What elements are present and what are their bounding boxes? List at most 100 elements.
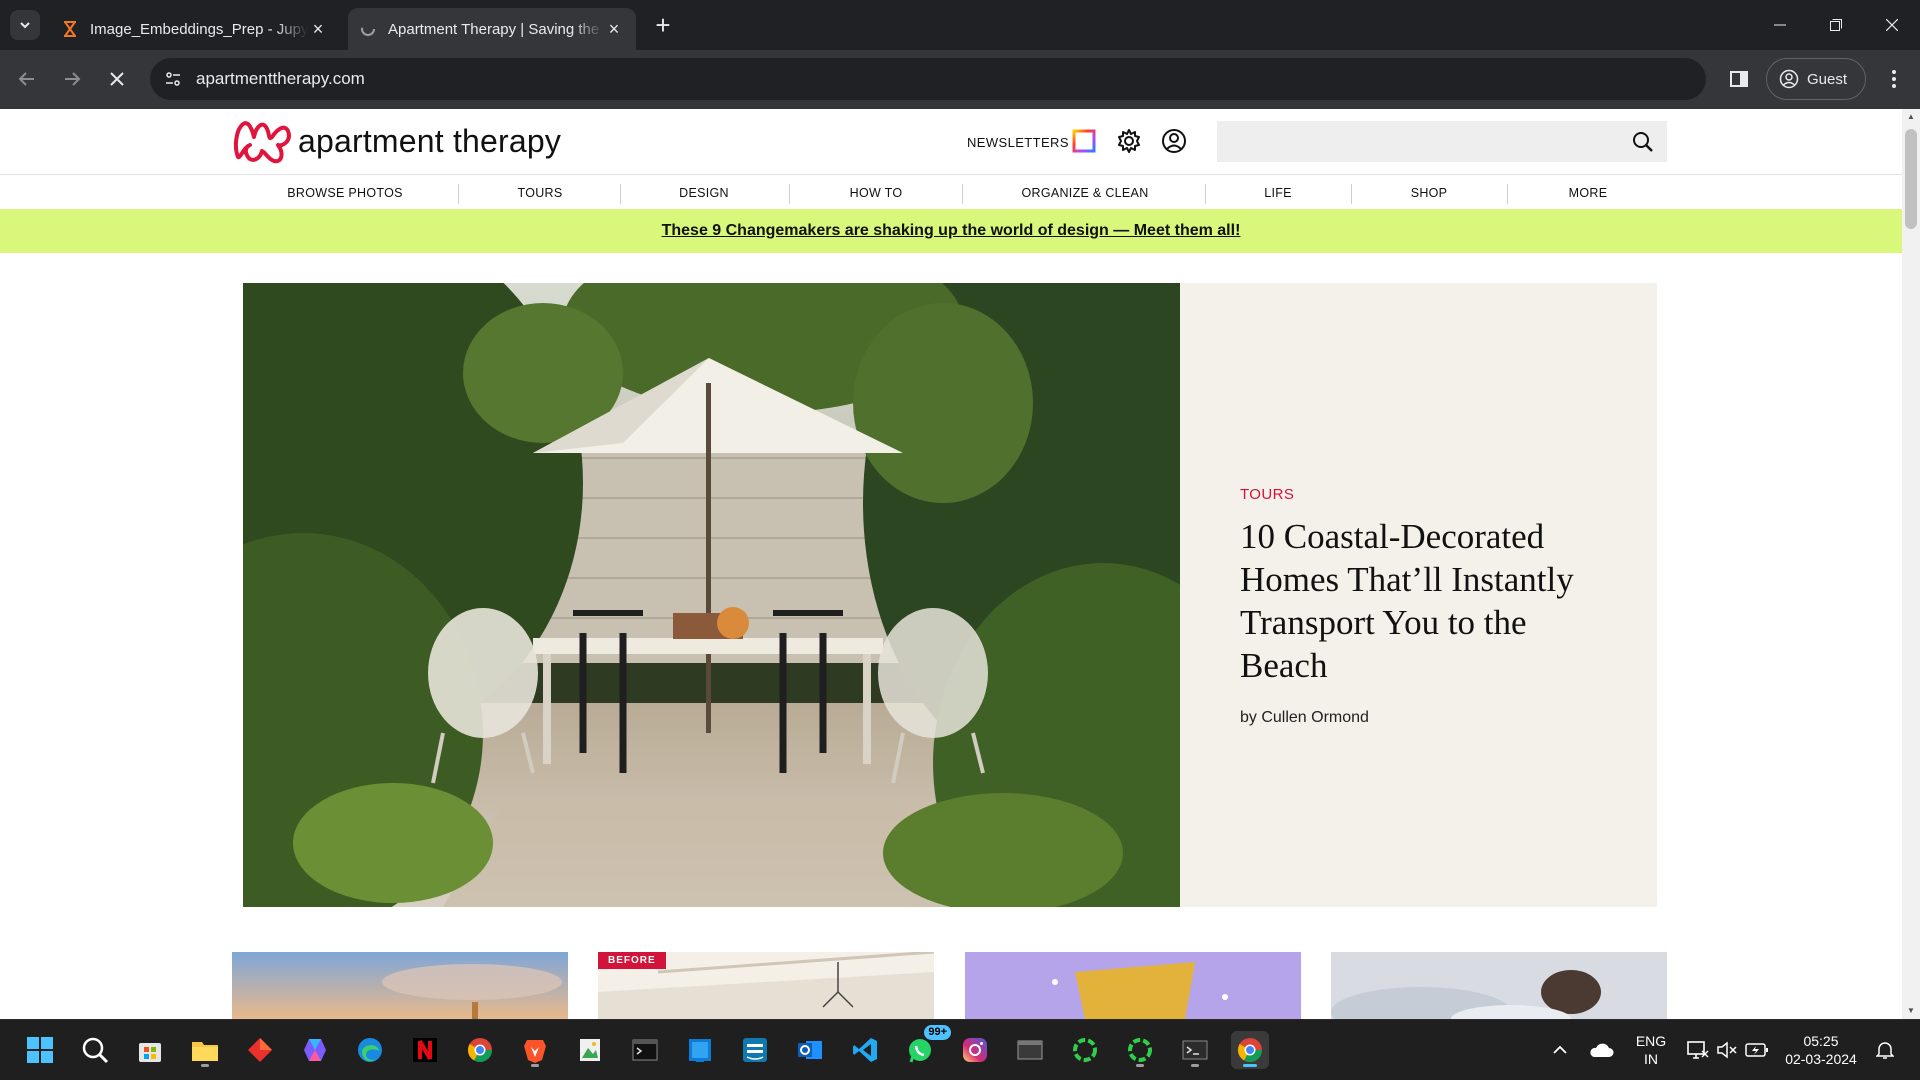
close-icon xyxy=(1886,19,1898,31)
promo-banner: These 9 Changemakers are shaking up the … xyxy=(0,209,1902,253)
browser-toolbar: apartmenttherapy.com Guest xyxy=(0,50,1920,109)
app-blue-window-icon[interactable] xyxy=(681,1031,719,1069)
account-button[interactable] xyxy=(1159,126,1189,156)
nav-browse-photos[interactable]: BROWSE PHOTOS xyxy=(273,176,417,209)
terminal-2-icon[interactable] xyxy=(1176,1031,1214,1069)
loading-icon xyxy=(360,21,376,37)
nav-divider xyxy=(458,184,459,204)
hero-image-patio[interactable] xyxy=(243,283,1180,907)
arrow-left-icon xyxy=(18,72,34,86)
tab-jupyter[interactable]: Image_Embeddings_Prep - Jupy × xyxy=(50,8,340,50)
nav-life[interactable]: LIFE xyxy=(1238,176,1318,209)
article-card[interactable] xyxy=(965,952,1301,1019)
hero-headline[interactable]: 10 Coastal-Decorated Homes That’ll Insta… xyxy=(1240,515,1620,687)
browser-menu-button[interactable] xyxy=(1882,64,1906,94)
brave-icon[interactable] xyxy=(516,1031,554,1069)
nav-more[interactable]: MORE xyxy=(1548,176,1628,209)
scrollbar-thumb[interactable] xyxy=(1905,129,1917,229)
scroll-down-arrow[interactable]: ▼ xyxy=(1902,1003,1920,1019)
colorful-square-icon xyxy=(1072,129,1096,153)
battery-icon[interactable] xyxy=(1738,1031,1776,1069)
forward-button[interactable] xyxy=(57,64,87,94)
tab-title: Image_Embeddings_Prep - Jupy xyxy=(90,20,308,38)
instagram-icon[interactable] xyxy=(956,1031,994,1069)
article-card[interactable]: BEFORE xyxy=(598,952,934,1019)
close-window-button[interactable] xyxy=(1864,0,1920,50)
nav-divider xyxy=(620,184,621,204)
app-green-ring-icon[interactable] xyxy=(1066,1031,1104,1069)
page-scrollbar[interactable]: ▲ ▼ xyxy=(1902,109,1920,1019)
outlook-icon[interactable] xyxy=(791,1031,829,1069)
netflix-icon[interactable] xyxy=(406,1031,444,1069)
running-indicator xyxy=(1136,1064,1144,1067)
settings-button[interactable] xyxy=(1114,126,1144,156)
patio-illustration xyxy=(243,283,1180,907)
search-icon[interactable] xyxy=(76,1031,114,1069)
tray-overflow-chevron-icon[interactable] xyxy=(1541,1031,1579,1069)
article-card[interactable] xyxy=(1331,952,1667,1019)
tab-search-dropdown[interactable] xyxy=(10,10,40,40)
hero-feature: TOURS 10 Coastal-Decorated Homes That’ll… xyxy=(243,283,1657,907)
edge-icon[interactable] xyxy=(351,1031,389,1069)
hero-byline: by Cullen Ormond xyxy=(1240,709,1369,726)
site-logo[interactable]: apartment therapy xyxy=(232,117,561,165)
nav-tours[interactable]: TOURS xyxy=(500,176,580,209)
app-green-ring-2-icon[interactable] xyxy=(1121,1031,1159,1069)
before-badge: BEFORE xyxy=(598,952,666,969)
site-info-button[interactable] xyxy=(160,66,186,92)
scroll-up-arrow[interactable]: ▲ xyxy=(1902,109,1920,125)
language-code: ENG xyxy=(1635,1033,1667,1049)
back-button[interactable] xyxy=(12,64,42,94)
windows-start-icon[interactable] xyxy=(21,1031,59,1069)
terminal-icon[interactable] xyxy=(626,1031,664,1069)
nav-organize-clean[interactable]: ORGANIZE & CLEAN xyxy=(1008,176,1162,209)
side-panel-button[interactable] xyxy=(1724,64,1754,94)
url-text[interactable]: apartmenttherapy.com xyxy=(196,69,365,89)
tab-title: Apartment Therapy | Saving the xyxy=(388,20,600,38)
prime-video-icon[interactable] xyxy=(736,1031,774,1069)
tab-apartment-therapy[interactable]: Apartment Therapy | Saving the × xyxy=(348,8,636,50)
site-nav: BROWSE PHOTOS TOURS DESIGN HOW TO ORGANI… xyxy=(0,176,1902,209)
microsoft-store-icon[interactable] xyxy=(131,1031,169,1069)
photos-icon[interactable] xyxy=(571,1031,609,1069)
clock-time: 05:25 xyxy=(1803,1033,1839,1049)
address-bar[interactable]: apartmenttherapy.com xyxy=(150,58,1706,100)
chrome-active-icon[interactable] xyxy=(1231,1031,1269,1069)
search-button[interactable] xyxy=(1629,128,1657,156)
promo-link[interactable]: These 9 Changemakers are shaking up the … xyxy=(662,222,1241,240)
clock[interactable]: 05:25 02-03-2024 xyxy=(1776,1032,1866,1068)
clock-date: 02-03-2024 xyxy=(1785,1051,1857,1067)
nav-design[interactable]: DESIGN xyxy=(664,176,744,209)
app-grey-window-icon[interactable] xyxy=(1011,1031,1049,1069)
newsletters-link[interactable]: NEWSLETTERS xyxy=(967,135,1069,150)
vscode-icon[interactable] xyxy=(846,1031,884,1069)
restore-button[interactable] xyxy=(1808,0,1864,50)
site-search-input[interactable] xyxy=(1217,121,1667,162)
minimize-button[interactable] xyxy=(1752,0,1808,50)
profile-button[interactable]: Guest xyxy=(1766,58,1866,100)
hero-category[interactable]: TOURS xyxy=(1240,486,1294,503)
stop-loading-button[interactable] xyxy=(102,64,132,94)
language-indicator[interactable]: ENG IN xyxy=(1628,1032,1674,1068)
nav-shop[interactable]: SHOP xyxy=(1389,176,1469,209)
nav-how-to[interactable]: HOW TO xyxy=(836,176,916,209)
nav-divider xyxy=(789,184,790,204)
running-indicator xyxy=(531,1064,539,1067)
colorful-square-button[interactable] xyxy=(1069,126,1099,156)
running-indicator xyxy=(1191,1064,1199,1067)
card-image-person xyxy=(1331,952,1667,1019)
logo-wordmark: apartment therapy xyxy=(298,122,562,159)
close-tab-icon[interactable]: × xyxy=(308,19,328,39)
file-explorer-icon[interactable] xyxy=(186,1031,224,1069)
hourglass-icon xyxy=(62,21,78,37)
article-card[interactable] xyxy=(232,952,568,1019)
profile-label: Guest xyxy=(1807,70,1848,88)
notification-bell-icon[interactable] xyxy=(1866,1031,1904,1069)
app-red-diamond-icon[interactable] xyxy=(241,1031,279,1069)
chrome-icon[interactable] xyxy=(461,1031,499,1069)
onedrive-cloud-icon[interactable] xyxy=(1582,1031,1620,1069)
new-tab-button[interactable]: + xyxy=(650,12,676,38)
whatsapp-icon[interactable]: 99+ xyxy=(901,1025,951,1069)
copilot-icon[interactable] xyxy=(296,1031,334,1069)
close-tab-icon[interactable]: × xyxy=(604,19,624,39)
